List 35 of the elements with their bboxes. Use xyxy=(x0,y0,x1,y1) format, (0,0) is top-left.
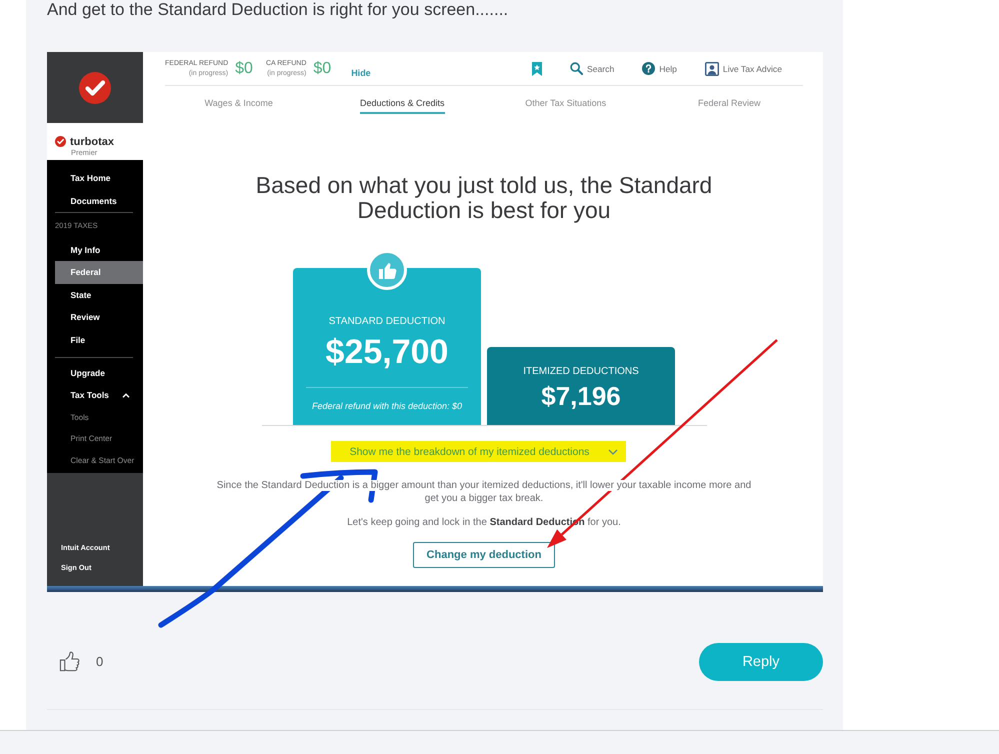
help-icon xyxy=(642,62,656,75)
live-advice-button[interactable]: Live Tax Advice xyxy=(704,62,782,76)
explanation-text: Since the Standard Deduction is a bigger amount than your itemized deductions, it'll lower your taxable income more and get you a bigger tax break. xyxy=(216,478,752,506)
sidebar-item[interactable]: Documents xyxy=(55,190,143,212)
card-label: STANDARD DEDUCTION xyxy=(328,316,446,328)
sidebar-item[interactable]: State xyxy=(55,284,143,306)
person-icon xyxy=(704,62,719,76)
brand-name: turbotax xyxy=(70,136,114,148)
refund-amount: $0 xyxy=(235,58,253,78)
sidebar-item[interactable]: Tax Home xyxy=(55,167,143,190)
thumbs-up-icon[interactable] xyxy=(59,650,82,673)
check-circle-icon xyxy=(55,136,66,147)
refund-amount: $0 xyxy=(313,58,332,78)
post-text: And get to the Standard Deduction is right for you screen....... xyxy=(47,0,510,20)
check-circle-icon[interactable] xyxy=(79,72,111,104)
help-button[interactable]: Help xyxy=(642,62,677,75)
refund-note: Federal refund with this deduction: $0 xyxy=(312,400,462,412)
search-icon xyxy=(570,62,583,75)
sidebar-item[interactable]: Upgrade xyxy=(55,362,143,384)
tab[interactable]: Federal Review xyxy=(698,86,761,114)
deduction-amount: $25,700 xyxy=(326,333,448,371)
sidebar-item[interactable]: Review xyxy=(55,306,143,328)
card-label: ITEMIZED DEDUCTIONS xyxy=(523,366,639,378)
search-button[interactable]: Search xyxy=(570,62,614,75)
sidebar-item[interactable]: Tax Tools xyxy=(55,384,143,406)
page-heading: Based on what you just told us, the Standard Deduction is best for you xyxy=(254,172,714,222)
change-deduction-button[interactable]: Change my deduction xyxy=(413,542,555,568)
deduction-amount: $7,196 xyxy=(541,381,621,411)
sidebar-item[interactable]: Federal xyxy=(55,261,143,284)
sidebar-item[interactable]: File xyxy=(55,328,143,351)
like-count: 0 xyxy=(96,654,104,669)
bookmark-icon[interactable] xyxy=(532,62,542,76)
sidebar-item[interactable]: My Info xyxy=(55,238,143,261)
thumbs-up-icon xyxy=(367,250,407,290)
tab[interactable]: Deductions & Credits xyxy=(360,86,445,114)
